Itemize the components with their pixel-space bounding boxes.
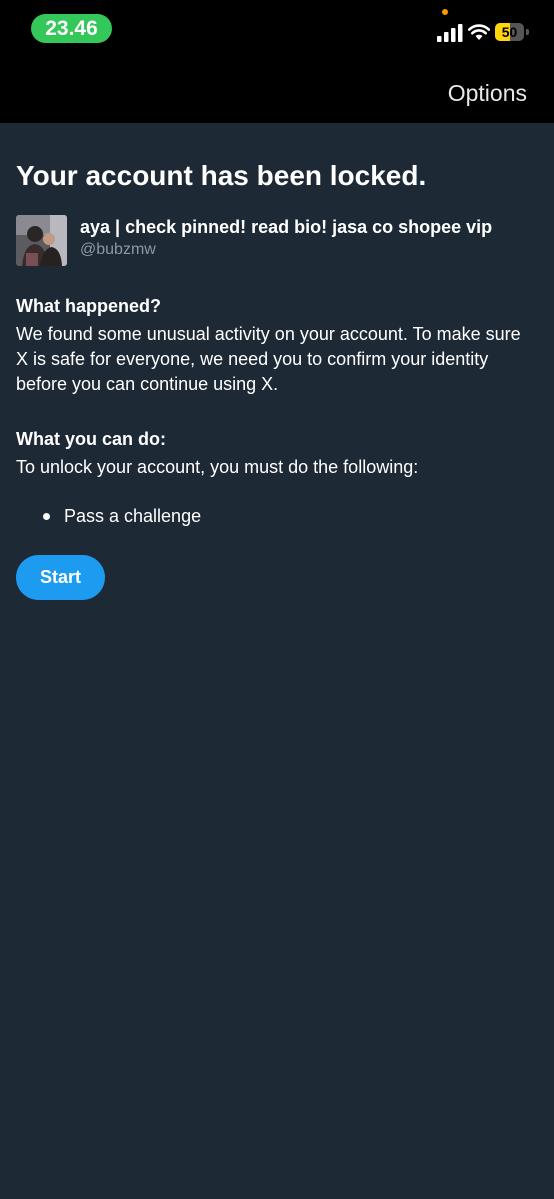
status-bar: 23.46 50 bbox=[0, 0, 554, 60]
what-happened-text: We found some unusual activity on your a… bbox=[16, 324, 521, 394]
account-row: aya | check pinned! read bio! jasa co sh… bbox=[16, 215, 536, 269]
what-you-can-do-text: To unlock your account, you must do the … bbox=[16, 457, 419, 477]
start-button[interactable]: Start bbox=[16, 555, 105, 600]
nav-bar: Options bbox=[0, 60, 554, 123]
what-happened-heading: What happened? bbox=[16, 296, 161, 316]
privacy-indicator-dot bbox=[442, 9, 448, 15]
avatar bbox=[16, 215, 67, 266]
steps-list: Pass a challenge bbox=[16, 504, 536, 529]
wifi-icon bbox=[468, 24, 490, 40]
options-button[interactable]: Options bbox=[448, 80, 527, 107]
battery-icon: 50 bbox=[495, 23, 529, 41]
battery-percent: 50 bbox=[501, 24, 518, 40]
status-time[interactable]: 23.46 bbox=[31, 14, 112, 43]
main-content: Your account has been locked. aya | chec… bbox=[16, 123, 536, 600]
account-display-name: aya | check pinned! read bio! jasa co sh… bbox=[80, 217, 493, 237]
list-item: Pass a challenge bbox=[16, 504, 536, 529]
step-label: Pass a challenge bbox=[64, 506, 202, 526]
what-you-can-do-heading: What you can do: bbox=[16, 429, 166, 449]
account-handle: @bubzmw bbox=[80, 241, 156, 258]
signal-icon bbox=[437, 24, 463, 42]
bullet-icon bbox=[43, 513, 50, 520]
page-title: Your account has been locked. bbox=[16, 160, 427, 191]
